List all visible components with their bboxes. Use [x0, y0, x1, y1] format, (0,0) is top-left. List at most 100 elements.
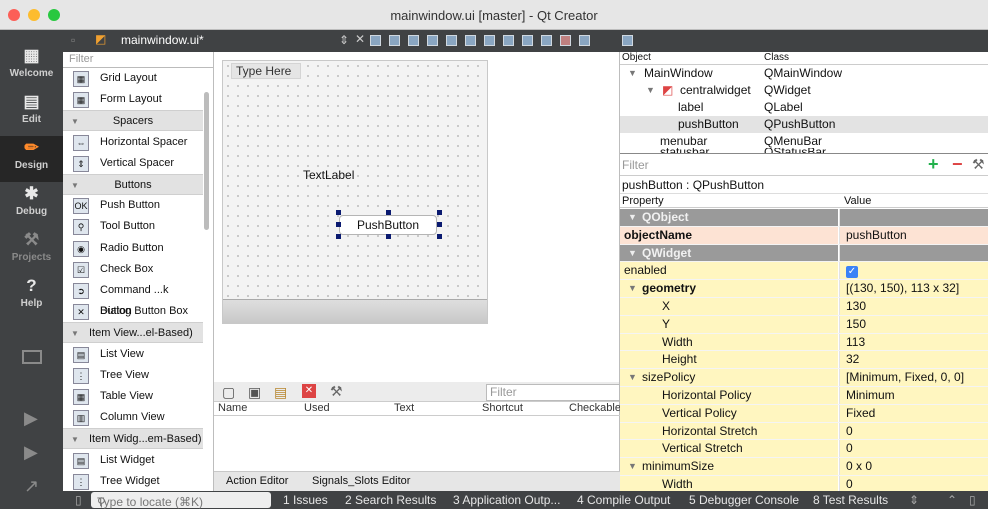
toggle-sidebar-icon[interactable]: ▯: [75, 493, 82, 507]
col-shortcut[interactable]: Shortcut: [482, 402, 523, 414]
tree-row-pushbutton[interactable]: pushButton QPushButton: [620, 116, 988, 133]
property-value[interactable]: Minimum: [839, 387, 988, 404]
action-filter-input[interactable]: Filter: [486, 384, 620, 401]
pane-compile-output[interactable]: 4 Compile Output: [577, 493, 670, 507]
selection-handle[interactable]: [437, 210, 442, 215]
form-status-bar[interactable]: [223, 299, 487, 323]
selection-handle[interactable]: [437, 234, 442, 239]
add-dynamic-property-icon[interactable]: +: [928, 154, 939, 175]
property-row[interactable]: Vertical Stretch 0: [620, 440, 988, 459]
widget-item[interactable]: ⇕ Vertical Spacer: [63, 153, 203, 174]
menu-type-here[interactable]: Type Here: [231, 63, 301, 79]
widget-filter-input[interactable]: Filter: [63, 52, 213, 68]
tab-action-editor[interactable]: Action Editor: [226, 475, 288, 487]
adjust-size-icon[interactable]: [579, 35, 590, 46]
col-name[interactable]: Name: [218, 402, 247, 414]
edit-signals-icon[interactable]: [389, 35, 400, 46]
run-icon[interactable]: ▶: [24, 408, 38, 429]
widget-item[interactable]: ▦ Form Layout: [63, 89, 203, 110]
widget-category[interactable]: ▼ Buttons: [63, 174, 203, 195]
property-row[interactable]: Y 150: [620, 315, 988, 334]
tab-signals-slots[interactable]: Signals_Slots Editor: [312, 475, 410, 487]
collapse-arrow-icon[interactable]: ▼: [628, 245, 637, 263]
pane-application-output[interactable]: 3 Application Outp...: [453, 493, 560, 507]
property-row[interactable]: Horizontal Policy Minimum: [620, 387, 988, 405]
collapse-arrow-icon[interactable]: ▼: [646, 82, 655, 99]
widget-category[interactable]: ▼ Item Widg...em-Based): [63, 428, 203, 450]
property-row[interactable]: Horizontal Stretch 0: [620, 422, 988, 441]
close-document-icon[interactable]: ✕: [355, 32, 365, 46]
widget-item[interactable]: ▥ Column View: [63, 407, 203, 428]
property-value[interactable]: 0 x 0: [839, 458, 988, 475]
widget-item[interactable]: ◉ Radio Button: [63, 238, 203, 259]
tree-row-label[interactable]: label QLabel: [620, 99, 988, 116]
widget-item[interactable]: ▦ Table View: [63, 386, 203, 407]
property-value[interactable]: 130: [839, 298, 988, 315]
property-filter-input[interactable]: Filter: [622, 158, 649, 172]
layout-horizontal-icon[interactable]: [446, 35, 457, 46]
col-value[interactable]: Value: [844, 195, 871, 207]
property-value[interactable]: [(130, 150), 113 x 32]: [839, 280, 988, 297]
mode-debug[interactable]: ✱ Debug: [0, 182, 63, 228]
collapse-arrow-icon[interactable]: ▼: [628, 458, 637, 476]
push-button[interactable]: PushButton: [339, 215, 437, 235]
collapse-arrow-icon[interactable]: ▼: [71, 323, 79, 344]
expand-pane-icon[interactable]: ⌃: [947, 493, 957, 507]
mode-projects[interactable]: ⚒ Projects: [0, 228, 63, 274]
col-class[interactable]: Class: [764, 52, 789, 63]
widget-item[interactable]: ⋮ Tree Widget: [63, 471, 203, 492]
property-value[interactable]: Fixed: [839, 404, 988, 422]
tree-row-centralwidget[interactable]: ▼ ◩ centralwidget QWidget: [620, 82, 988, 99]
mode-edit[interactable]: ▤ Edit: [0, 90, 63, 136]
widget-item[interactable]: ➲ Command ...k Button: [63, 280, 203, 317]
widget-item[interactable]: ▤ List Widget: [63, 450, 203, 471]
property-row[interactable]: enabled ✓: [620, 262, 988, 281]
widget-item[interactable]: ☑ Check Box: [63, 259, 203, 280]
property-row[interactable]: Vertical Policy Fixed: [620, 404, 988, 423]
collapse-arrow-icon[interactable]: ▼: [71, 429, 79, 450]
property-row[interactable]: ▼ geometry [(130, 150), 113 x 32]: [620, 280, 988, 298]
main-window-form[interactable]: Type Here TextLabel PushButton: [222, 60, 488, 324]
tree-row-mainwindow[interactable]: ▼ MainWindow QMainWindow: [620, 65, 988, 82]
widget-item[interactable]: ▦ Grid Layout: [63, 68, 203, 89]
widget-category[interactable]: ▼ Spacers: [63, 110, 203, 132]
document-name[interactable]: mainwindow.ui*: [121, 33, 204, 47]
widget-box-scrollbar[interactable]: [204, 92, 209, 230]
widget-item[interactable]: ⚲ Tool Button: [63, 216, 203, 237]
edit-widgets-icon[interactable]: [370, 35, 381, 46]
property-value[interactable]: [Minimum, Fixed, 0, 0]: [839, 369, 988, 386]
delete-action-icon[interactable]: ✕: [302, 384, 316, 398]
property-row[interactable]: ▼ minimumSize 0 x 0: [620, 458, 988, 476]
layout-splitter-h-icon[interactable]: [484, 35, 495, 46]
property-value[interactable]: pushButton: [839, 226, 988, 244]
collapse-arrow-icon[interactable]: ▼: [628, 65, 637, 82]
col-checkable[interactable]: Checkable: [569, 402, 621, 414]
widget-item[interactable]: ⇔ Horizontal Spacer: [63, 132, 203, 153]
col-property[interactable]: Property: [622, 195, 664, 207]
collapse-arrow-icon[interactable]: ▼: [628, 209, 637, 227]
configure-property-icon[interactable]: ⚒: [972, 156, 985, 173]
mode-design[interactable]: ✏ Design: [0, 136, 63, 182]
col-used[interactable]: Used: [304, 402, 330, 414]
mode-help[interactable]: ? Help: [0, 274, 63, 320]
pane-debugger-console[interactable]: 5 Debugger Console: [689, 493, 799, 507]
layout-form-icon[interactable]: [541, 35, 552, 46]
enabled-checkbox[interactable]: ✓: [846, 266, 858, 279]
widget-category[interactable]: ▼ Item View...el-Based): [63, 322, 203, 344]
collapse-arrow-icon[interactable]: ▼: [628, 369, 637, 387]
col-object[interactable]: Object: [622, 52, 651, 63]
widget-item[interactable]: ⋮ Tree View: [63, 365, 203, 386]
copy-action-icon[interactable]: ▣: [248, 384, 261, 401]
property-row[interactable]: ▼ QObject: [620, 209, 988, 227]
property-row[interactable]: ▼ sizePolicy [Minimum, Fixed, 0, 0]: [620, 369, 988, 387]
property-value[interactable]: 0: [839, 422, 988, 440]
preview-icon[interactable]: [622, 35, 633, 46]
selection-handle[interactable]: [437, 222, 442, 227]
selection-handle[interactable]: [336, 210, 341, 215]
property-row[interactable]: Height 32: [620, 351, 988, 370]
property-row[interactable]: ▼ QWidget: [620, 244, 988, 263]
paste-action-icon[interactable]: ▤: [274, 384, 287, 401]
property-value[interactable]: 113: [839, 333, 988, 351]
selection-handle[interactable]: [336, 222, 341, 227]
selection-handle[interactable]: [386, 210, 391, 215]
